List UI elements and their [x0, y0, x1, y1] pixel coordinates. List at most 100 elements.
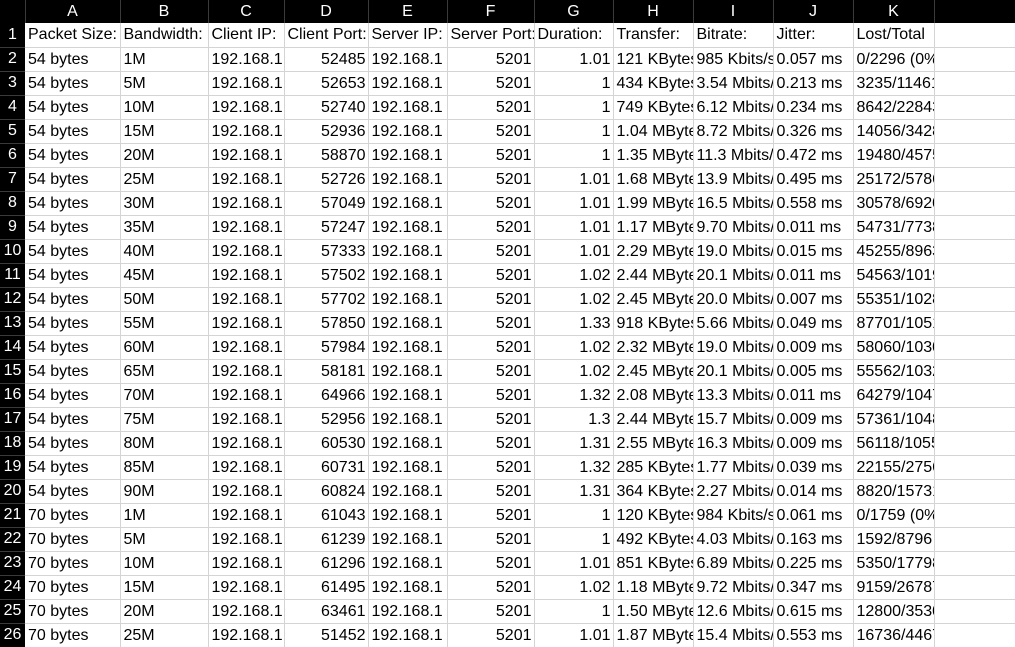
cell-e[interactable]: 192.168.1: [368, 263, 448, 288]
cell-a[interactable]: 54 bytes: [25, 287, 121, 312]
cell-k[interactable]: 8820/15731 (56%): [853, 479, 935, 504]
row-header[interactable]: 17: [0, 407, 25, 432]
cell-d[interactable]: 52653: [284, 71, 369, 96]
cell-f[interactable]: 5201: [447, 431, 535, 456]
cell-d[interactable]: 64966: [284, 383, 369, 408]
cell-c[interactable]: 192.168.1: [208, 143, 285, 168]
cell-f[interactable]: 5201: [447, 335, 535, 360]
cell-k[interactable]: 1592/8796 (18%): [853, 527, 935, 552]
cell-c[interactable]: Client IP:: [208, 23, 285, 48]
cell-e[interactable]: 192.168.1: [368, 143, 448, 168]
cell-a[interactable]: 54 bytes: [25, 263, 121, 288]
cell-c[interactable]: 192.168.1: [208, 407, 285, 432]
cell-k[interactable]: 58060/103029 (56%): [853, 335, 935, 360]
cell-h[interactable]: 2.55 MBytes: [613, 431, 694, 456]
cell-k[interactable]: 45255/89634 (50%): [853, 239, 935, 264]
cell-b[interactable]: 55M: [120, 311, 209, 336]
cell-k[interactable]: 30578/69205 (44%): [853, 191, 935, 216]
cell-c[interactable]: 192.168.1: [208, 71, 285, 96]
cell-d[interactable]: 58870: [284, 143, 369, 168]
cell-i[interactable]: 1.77 Mbits/: [693, 455, 774, 480]
cell-g[interactable]: 1.02: [534, 359, 614, 384]
cell-c[interactable]: 192.168.1: [208, 47, 285, 72]
cell-j[interactable]: 0.011 ms: [773, 215, 854, 240]
cell-c[interactable]: 192.168.1: [208, 287, 285, 312]
cell-e[interactable]: 192.168.1: [368, 47, 448, 72]
cell-k[interactable]: 3235/11461 (28%): [853, 71, 935, 96]
cell-i[interactable]: 15.4 Mbits/: [693, 623, 774, 647]
cell-j[interactable]: 0.009 ms: [773, 407, 854, 432]
cell-a[interactable]: 54 bytes: [25, 431, 121, 456]
cell-f[interactable]: 5201: [447, 503, 535, 528]
cell-g[interactable]: 1: [534, 503, 614, 528]
cell-l[interactable]: [934, 263, 1015, 288]
cell-j[interactable]: 0.615 ms: [773, 599, 854, 624]
cell-j[interactable]: 0.007 ms: [773, 287, 854, 312]
cell-c[interactable]: 192.168.1: [208, 551, 285, 576]
cell-j[interactable]: 0.558 ms: [773, 191, 854, 216]
cell-a[interactable]: 70 bytes: [25, 599, 121, 624]
cell-l[interactable]: [934, 455, 1015, 480]
cell-d[interactable]: 52740: [284, 95, 369, 120]
cell-i[interactable]: 9.72 Mbits/: [693, 575, 774, 600]
cell-l[interactable]: [934, 551, 1015, 576]
cell-l[interactable]: [934, 479, 1015, 504]
cell-g[interactable]: 1: [534, 527, 614, 552]
cell-b[interactable]: 80M: [120, 431, 209, 456]
cell-k[interactable]: 0/2296 (0%): [853, 47, 935, 72]
cell-a[interactable]: 70 bytes: [25, 551, 121, 576]
column-header-c[interactable]: C: [208, 0, 285, 23]
column-header-i[interactable]: I: [693, 0, 774, 23]
cell-k[interactable]: 14056/34282 (41%): [853, 119, 935, 144]
cell-l[interactable]: [934, 215, 1015, 240]
row-header[interactable]: 4: [0, 95, 25, 120]
column-header-d[interactable]: D: [284, 0, 369, 23]
cell-f[interactable]: 5201: [447, 407, 535, 432]
cell-d[interactable]: 57049: [284, 191, 369, 216]
cell-c[interactable]: 192.168.1: [208, 455, 285, 480]
cell-l[interactable]: [934, 335, 1015, 360]
column-header-l[interactable]: L: [934, 0, 1015, 23]
select-all-corner[interactable]: [0, 0, 26, 23]
cell-a[interactable]: 54 bytes: [25, 383, 121, 408]
cell-e[interactable]: 192.168.1: [368, 71, 448, 96]
cell-d[interactable]: 58181: [284, 359, 369, 384]
cell-a[interactable]: 70 bytes: [25, 503, 121, 528]
cell-h[interactable]: 1.04 MBytes: [613, 119, 694, 144]
cell-b[interactable]: 20M: [120, 143, 209, 168]
cell-l[interactable]: [934, 71, 1015, 96]
cell-d[interactable]: 52485: [284, 47, 369, 72]
row-header[interactable]: 16: [0, 383, 25, 408]
cell-g[interactable]: 1.02: [534, 287, 614, 312]
cell-g[interactable]: 1.32: [534, 383, 614, 408]
cell-h[interactable]: 2.32 MBytes: [613, 335, 694, 360]
cell-f[interactable]: 5201: [447, 167, 535, 192]
cell-d[interactable]: 52726: [284, 167, 369, 192]
cell-i[interactable]: 19.0 Mbits/: [693, 239, 774, 264]
row-header[interactable]: 10: [0, 239, 25, 264]
cell-b[interactable]: 90M: [120, 479, 209, 504]
cell-j[interactable]: 0.009 ms: [773, 431, 854, 456]
cell-h[interactable]: 1.99 MBytes: [613, 191, 694, 216]
cell-l[interactable]: [934, 23, 1015, 48]
cell-k[interactable]: 56118/105580 (53%): [853, 431, 935, 456]
cell-e[interactable]: 192.168.1: [368, 119, 448, 144]
cell-a[interactable]: 54 bytes: [25, 191, 121, 216]
cell-j[interactable]: 0.014 ms: [773, 479, 854, 504]
row-header[interactable]: 21: [0, 503, 25, 528]
cell-h[interactable]: 851 KBytes: [613, 551, 694, 576]
cell-g[interactable]: 1: [534, 119, 614, 144]
cell-a[interactable]: 54 bytes: [25, 143, 121, 168]
cell-j[interactable]: 0.015 ms: [773, 239, 854, 264]
cell-g[interactable]: 1: [534, 95, 614, 120]
cell-i[interactable]: 5.66 Mbits/: [693, 311, 774, 336]
cell-j[interactable]: 0.225 ms: [773, 551, 854, 576]
cell-k[interactable]: 55562/103226 (54%): [853, 359, 935, 384]
cell-b[interactable]: 10M: [120, 551, 209, 576]
cell-c[interactable]: 192.168.1: [208, 239, 285, 264]
cell-h[interactable]: 285 KBytes: [613, 455, 694, 480]
cell-d[interactable]: 52936: [284, 119, 369, 144]
cell-h[interactable]: 1.18 MBytes: [613, 575, 694, 600]
cell-b[interactable]: 75M: [120, 407, 209, 432]
cell-b[interactable]: 40M: [120, 239, 209, 264]
